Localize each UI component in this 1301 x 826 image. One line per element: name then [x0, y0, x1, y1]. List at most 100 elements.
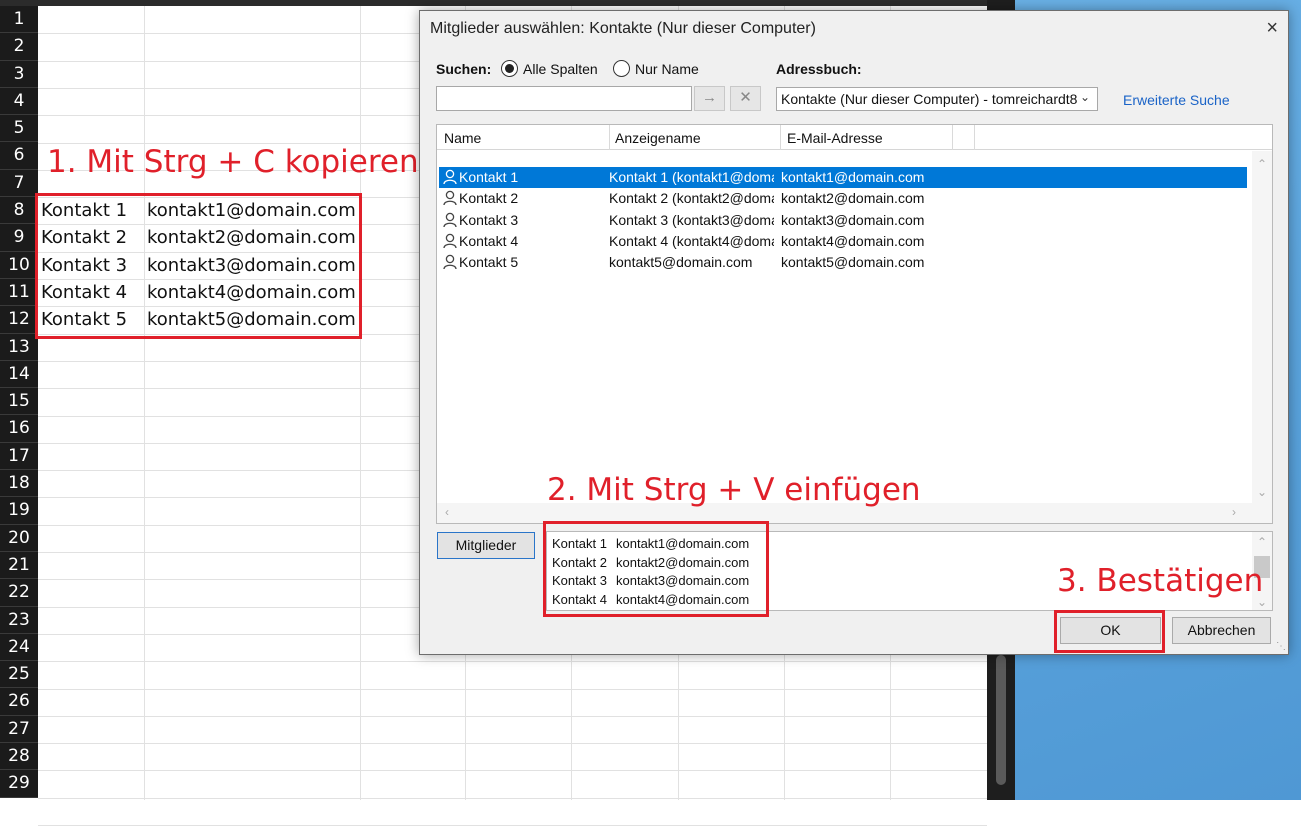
contacts-list[interactable]: Name Anzeigename E-Mail-Adresse Kontakt …: [436, 124, 1273, 524]
column-separator[interactable]: [974, 125, 975, 150]
contact-list-row[interactable]: Kontakt 3 Kontakt 3 (kontakt3@domain.com)…: [439, 210, 1247, 231]
annotation-box-copied-cells: [35, 193, 362, 339]
person-icon: [443, 233, 457, 249]
scroll-left-icon[interactable]: ‹: [445, 505, 449, 519]
row-name: Kontakt 3: [459, 211, 519, 228]
row-header[interactable]: 28: [0, 743, 38, 771]
row-header[interactable]: 2: [0, 33, 38, 61]
row-header[interactable]: 18: [0, 470, 38, 498]
row-email: kontakt1@domain.com: [781, 169, 925, 185]
grid-line: [38, 797, 987, 799]
row-email: kontakt3@domain.com: [781, 211, 925, 228]
row-headers: 1 2 3 4 5 6 7 8 9 10 11 12 13 14 15 16 17 18 19 20 21 22 23 24 2…: [0, 6, 38, 798]
sheet-scroll-thumb[interactable]: [996, 655, 1006, 785]
list-header: Name Anzeigename E-Mail-Adresse: [437, 125, 1272, 150]
row-header[interactable]: 29: [0, 770, 38, 798]
radio-name-only[interactable]: [613, 60, 630, 77]
row-header[interactable]: 23: [0, 607, 38, 634]
dialog-title: Mitglieder auswählen: Kontakte (Nur dies…: [430, 20, 816, 37]
row-display-name: Kontakt 2 (kontakt2@domain.com): [609, 190, 774, 207]
scroll-right-icon[interactable]: ›: [1232, 505, 1236, 519]
search-input[interactable]: [436, 86, 692, 111]
row-email: kontakt4@domain.com: [781, 232, 925, 249]
contact-list-row[interactable]: Kontakt 4 Kontakt 4 (kontakt4@domain.com)…: [439, 231, 1247, 252]
row-header[interactable]: 17: [0, 443, 38, 471]
scroll-up-icon[interactable]: ⌃: [1257, 157, 1267, 171]
grid-line: [38, 661, 987, 663]
row-header[interactable]: 4: [0, 88, 38, 116]
row-header[interactable]: 3: [0, 61, 38, 88]
close-icon[interactable]: ×: [1266, 17, 1278, 40]
row-header[interactable]: 19: [0, 497, 38, 525]
resize-grip-icon[interactable]: ⋱: [1276, 641, 1286, 652]
row-header[interactable]: 7: [0, 170, 38, 198]
person-icon: [443, 212, 457, 227]
grid-line: [38, 770, 987, 772]
row-header[interactable]: 27: [0, 716, 38, 744]
members-button[interactable]: Mitglieder: [437, 532, 535, 559]
contact-list-row[interactable]: Kontakt 1 Kontakt 1 (kontakt1@domain.com)…: [439, 167, 1247, 188]
radio-all-columns-label[interactable]: Alle Spalten: [523, 61, 598, 77]
column-separator[interactable]: [952, 125, 953, 150]
person-icon: [443, 191, 457, 206]
row-display-name: Kontakt 4 (kontakt4@domain.com): [609, 232, 774, 249]
row-header[interactable]: 21: [0, 552, 38, 580]
row-header[interactable]: 9: [0, 224, 38, 252]
column-separator[interactable]: [609, 125, 610, 150]
row-header[interactable]: 16: [0, 415, 38, 443]
row-display-name: Kontakt 1 (kontakt1@domain.com): [609, 169, 774, 185]
arrow-right-icon[interactable]: →: [694, 86, 725, 111]
row-name: Kontakt 4: [459, 232, 519, 249]
annotation-step2: 2. Mit Strg + V einfügen: [547, 472, 921, 508]
annotation-box-ok: [1054, 610, 1165, 653]
column-separator[interactable]: [780, 125, 781, 150]
radio-name-only-label[interactable]: Nur Name: [635, 61, 699, 77]
row-name: Kontakt 5: [459, 254, 519, 271]
row-name: Kontakt 1: [459, 169, 519, 185]
row-header[interactable]: 8: [0, 197, 38, 225]
row-name: Kontakt 2: [459, 190, 519, 207]
column-header-name[interactable]: Name: [444, 130, 481, 146]
row-email: kontakt2@domain.com: [781, 190, 925, 207]
row-header[interactable]: 20: [0, 525, 38, 552]
radio-selected-dot: [505, 64, 514, 73]
row-header[interactable]: 26: [0, 688, 38, 716]
row-header[interactable]: 25: [0, 661, 38, 689]
row-header[interactable]: 13: [0, 334, 38, 361]
grid-line: [38, 743, 987, 745]
advanced-search-link[interactable]: Erweiterte Suche: [1123, 92, 1230, 108]
row-header[interactable]: 5: [0, 115, 38, 143]
contact-list-row[interactable]: Kontakt 2 Kontakt 2 (kontakt2@domain.com)…: [439, 188, 1247, 209]
row-header[interactable]: 15: [0, 388, 38, 416]
row-header[interactable]: 14: [0, 361, 38, 389]
chevron-down-icon[interactable]: ⌄: [1080, 90, 1090, 104]
row-header[interactable]: 10: [0, 252, 38, 279]
row-header[interactable]: 12: [0, 306, 38, 334]
row-header[interactable]: 24: [0, 634, 38, 662]
contact-list-row[interactable]: Kontakt 5 kontakt5@domain.com kontakt5@dom…: [439, 252, 1247, 273]
list-vertical-scrollbar[interactable]: ⌃ ⌄: [1252, 151, 1272, 503]
grid-line: [38, 715, 987, 717]
scroll-up-icon[interactable]: ⌃: [1257, 535, 1267, 549]
column-header-email[interactable]: E-Mail-Adresse: [787, 130, 883, 146]
grid-line: [38, 688, 987, 690]
person-icon: [443, 254, 457, 270]
addressbook-select[interactable]: Kontakte (Nur dieser Computer) - tomreic…: [776, 87, 1098, 111]
person-icon: [443, 169, 457, 185]
row-header[interactable]: 22: [0, 579, 38, 607]
row-header[interactable]: 6: [0, 142, 38, 170]
column-header-display-name[interactable]: Anzeigename: [615, 130, 701, 146]
annotation-step1: 1. Mit Strg + C kopieren: [47, 144, 419, 180]
addressbook-label: Adressbuch:: [776, 61, 862, 77]
cancel-button[interactable]: Abbrechen: [1172, 617, 1271, 644]
grid-line: [360, 6, 361, 800]
grid-line: [144, 6, 145, 800]
clear-icon[interactable]: ✕: [730, 86, 761, 111]
annotation-box-pasted-members: [543, 521, 769, 617]
row-header[interactable]: 1: [0, 6, 38, 34]
radio-all-columns[interactable]: [501, 60, 518, 77]
annotation-step3: 3. Bestätigen: [1057, 563, 1264, 599]
scroll-down-icon[interactable]: ⌄: [1257, 485, 1267, 499]
row-header[interactable]: 11: [0, 279, 38, 307]
row-display-name: kontakt5@domain.com: [609, 254, 753, 271]
